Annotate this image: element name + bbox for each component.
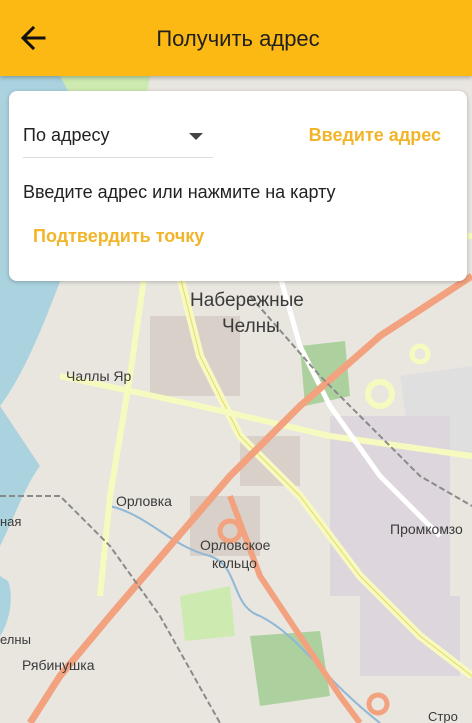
confirm-point-button[interactable]: Подтвердить точку	[33, 226, 204, 247]
map-label-naya: ная	[0, 514, 21, 529]
chevron-down-icon	[189, 133, 203, 140]
hint-text: Введите адрес или нажмите на карту	[23, 182, 336, 202]
app-bar: Получить адрес	[0, 0, 472, 76]
map-label-orlovka: Орловка	[116, 493, 172, 509]
map-label-orlovskoe: Орловское	[200, 537, 271, 553]
mode-select-value: По адресу	[23, 125, 110, 145]
arrow-left-icon	[20, 25, 46, 51]
map-label-koltso: кольцо	[212, 555, 257, 571]
back-button[interactable]	[18, 22, 50, 54]
page-title: Получить адрес	[156, 26, 320, 51]
address-card: По адресу Введите адрес Введите адрес ил…	[9, 91, 467, 281]
map-label-chelny-left: елны	[0, 632, 31, 647]
map-label-city: Набережные	[190, 290, 304, 311]
mode-select[interactable]: По адресу	[23, 113, 213, 158]
map-label-city-2: Челны	[222, 316, 280, 337]
map-label-promkomzona: Промкомзо	[390, 521, 463, 537]
enter-address-link[interactable]: Введите адрес	[309, 125, 441, 146]
map-label-ryabinushka: Рябинушка	[22, 657, 95, 673]
map-label-challi-yar: Чаллы Яр	[66, 368, 132, 384]
map-label-stro: Стро	[428, 709, 458, 723]
